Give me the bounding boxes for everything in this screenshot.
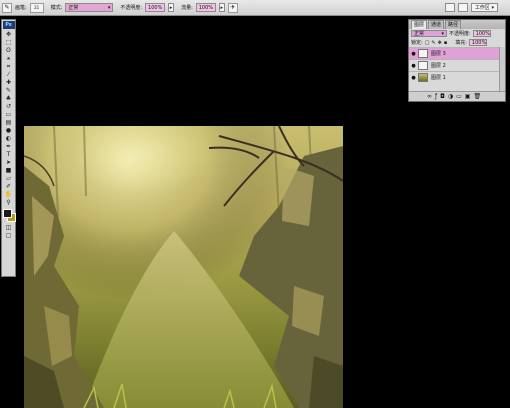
layer-style-icon[interactable]: ƒ [435, 93, 437, 100]
workspace-menu[interactable]: 工作区 ▾ [470, 3, 498, 12]
lock-paint-icon[interactable]: ✎ [431, 40, 435, 46]
dodge-icon[interactable]: ◐ [3, 135, 14, 142]
lock-transparency-icon[interactable]: □ [425, 40, 430, 46]
lock-label: 锁定: [411, 40, 423, 46]
mode-select[interactable]: 正常 ▾ [65, 3, 114, 12]
brush-size: 21 [34, 5, 40, 10]
blur-icon[interactable]: ● [3, 127, 14, 134]
brush-icon[interactable]: ✎ [3, 87, 14, 94]
eye-icon[interactable]: ● [409, 51, 418, 57]
fill-input[interactable]: 100% [468, 39, 487, 46]
color-swatches[interactable] [2, 209, 16, 222]
layer-blend-mode-select[interactable]: 正常 ▾ [411, 30, 447, 37]
notes-icon[interactable]: ▱ [3, 175, 14, 182]
lock-row: 锁定: □ ✎ ✥ ▪ 填充: 100% [409, 38, 505, 47]
lock-all-icon[interactable]: ▪ [444, 40, 447, 46]
mode-label: 模式: [50, 5, 63, 11]
path-select-icon[interactable]: ➤ [3, 159, 14, 166]
fill-label: 填充: [455, 40, 467, 46]
slice-icon[interactable]: ⁄ [3, 71, 14, 78]
eye-icon[interactable]: ● [409, 75, 418, 81]
layer-opacity-label: 不透明度: [449, 31, 471, 37]
document-canvas[interactable] [24, 126, 343, 408]
chevron-down-icon: ▾ [107, 4, 111, 11]
flow-input[interactable]: 100% [195, 3, 216, 12]
tab-channels[interactable]: 通道 [428, 20, 445, 29]
layer-opacity-input[interactable]: 100% [472, 30, 491, 37]
delete-layer-icon[interactable]: 🗑 [473, 93, 481, 100]
toolbox: Ps ✥ ⬚ ʘ ⚹ ⌗ ⁄ ✚ ✎ ♣ ↺ ▭ ▤ ● ◐ ✒ T ➤ ■ ▱… [1, 19, 16, 277]
chevron-down-icon: ▾ [489, 4, 494, 11]
flow-label: 流量: [181, 5, 193, 11]
lasso-icon[interactable]: ʘ [3, 47, 14, 54]
photoshop-logo: Ps [2, 21, 15, 29]
new-layer-icon[interactable]: ▣ [465, 93, 471, 100]
brush-label: 画笔: [15, 5, 27, 11]
layer-row[interactable]: ● 图层 3 [409, 47, 505, 59]
layer-name: 图层 1 [431, 75, 446, 81]
blend-row: 正常 ▾ 不透明度: 100% [409, 29, 505, 38]
marquee-icon[interactable]: ⬚ [3, 39, 14, 46]
flow-slider-toggle[interactable]: ▸ [218, 3, 225, 12]
layer-blend-mode-value: 正常 [414, 31, 425, 37]
workspace-label: 工作区 [474, 5, 490, 11]
pen-icon[interactable]: ✒ [3, 143, 14, 150]
eyedropper-icon[interactable]: ✐ [3, 183, 14, 190]
layer-thumbnail [418, 73, 428, 82]
screen-mode-icon[interactable]: ▢ [3, 232, 14, 239]
layers-scrollbar[interactable] [499, 47, 505, 93]
layer-row[interactable]: ● 图层 1 [409, 71, 505, 83]
layer-row[interactable]: ● 图层 2 [409, 59, 505, 71]
airbrush-icon[interactable]: ✈ [227, 2, 238, 13]
brushes-palette-button[interactable] [444, 3, 455, 12]
flow-value: 100% [198, 4, 214, 11]
adjustment-layer-icon[interactable]: ◑ [448, 93, 453, 100]
zoom-icon[interactable]: ⚲ [3, 199, 14, 206]
eraser-icon[interactable]: ▭ [3, 111, 14, 118]
history-brush-icon[interactable]: ↺ [3, 103, 14, 110]
move-icon[interactable]: ✥ [3, 31, 14, 38]
forest-path-painting [24, 126, 343, 408]
quick-mask-icon[interactable]: ◫ [3, 224, 14, 231]
crop-icon[interactable]: ⌗ [3, 63, 14, 70]
layer-opacity-value: 100% [475, 30, 490, 37]
layers-panel-footer: ∞ ƒ ◘ ◑ ▭ ▣ 🗑 [409, 91, 505, 101]
hand-icon[interactable]: ✋ [3, 191, 14, 198]
layer-name: 图层 3 [431, 51, 446, 57]
tool-presets-button[interactable] [457, 3, 468, 12]
layer-thumbnail [418, 61, 428, 70]
gradient-icon[interactable]: ▤ [3, 119, 14, 126]
foreground-color-swatch[interactable] [2, 209, 12, 218]
link-layers-icon[interactable]: ∞ [427, 93, 432, 100]
opacity-input[interactable]: 100% [145, 3, 166, 12]
type-icon[interactable]: T [3, 151, 14, 158]
lock-move-icon[interactable]: ✥ [438, 40, 442, 46]
opacity-value: 100% [148, 4, 163, 11]
options-bar: ✎ 画笔: 21 模式: 正常 ▾ 不透明度: 100% ▸ 流量: 100% … [0, 0, 510, 16]
clone-stamp-icon[interactable]: ♣ [3, 95, 14, 102]
mode-value: 正常 [68, 5, 79, 11]
brush-tool-icon[interactable]: ✎ [2, 2, 12, 13]
layer-name: 图层 2 [431, 63, 446, 69]
opacity-slider-toggle[interactable]: ▸ [168, 3, 175, 12]
opacity-label: 不透明度: [120, 5, 143, 11]
layer-mask-icon[interactable]: ◘ [440, 93, 445, 100]
eye-icon[interactable]: ● [409, 63, 418, 69]
shape-icon[interactable]: ■ [3, 167, 14, 174]
healing-brush-icon[interactable]: ✚ [3, 79, 14, 86]
layers-panel-tabs: 图层 通道 路径 [409, 20, 505, 29]
magic-wand-icon[interactable]: ⚹ [3, 55, 14, 62]
new-group-icon[interactable]: ▭ [456, 93, 462, 100]
fill-value: 100% [471, 39, 487, 46]
brush-preset-picker[interactable]: 21 [29, 2, 44, 13]
tab-layers[interactable]: 图层 [411, 20, 428, 29]
layers-panel: 图层 通道 路径 正常 ▾ 不透明度: 100% 锁定: □ ✎ ✥ ▪ 填充:… [408, 19, 506, 102]
tab-paths[interactable]: 路径 [445, 20, 462, 29]
layer-thumbnail [418, 49, 428, 58]
chevron-down-icon: ▾ [441, 30, 444, 37]
